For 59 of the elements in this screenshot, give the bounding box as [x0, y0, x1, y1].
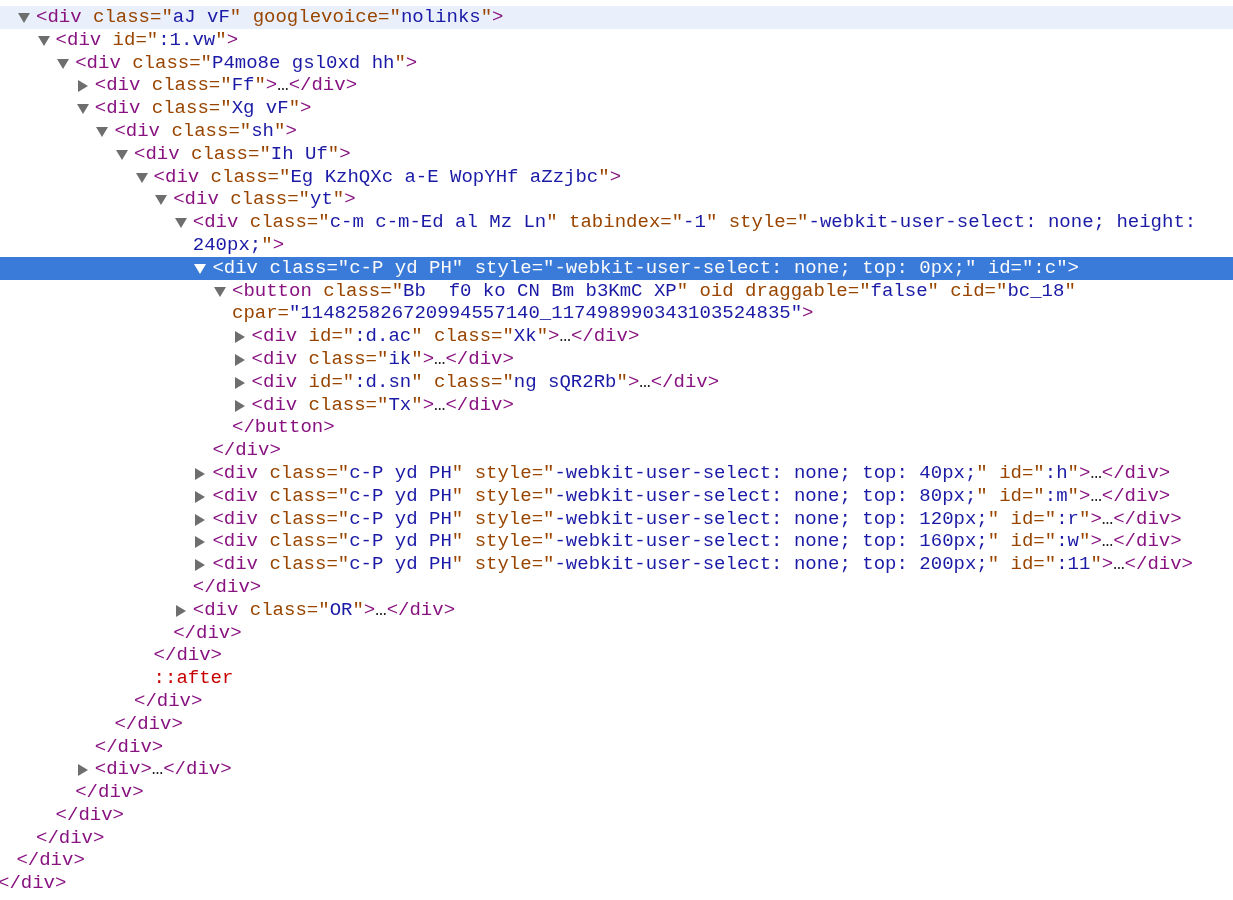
caret-down-icon[interactable] [135, 171, 148, 184]
dom-node-row[interactable]: <div class="c-P yd PH" style="-webkit-user-select: none; top: 0px;" id=":c"> [0, 256, 1233, 280]
dom-node-row[interactable]: <div class="ik">…</div> [0, 347, 1233, 371]
closing-tag-line[interactable]: </div> [0, 849, 1233, 873]
caret-right-icon[interactable] [194, 513, 207, 526]
dom-node-row[interactable]: <div id=":d.ac" class="Xk">…</div> [0, 325, 1233, 348]
dom-node-row[interactable]: <div class="yt"> [0, 188, 1233, 212]
closing-tag-line[interactable]: </div> [0, 439, 1233, 462]
closing-tag-line[interactable]: </div> [0, 575, 1233, 599]
dom-node-row[interactable]: ::after [0, 667, 1233, 690]
dom-node-row[interactable]: <div class="Ff">…</div> [0, 74, 1233, 98]
dom-node-row[interactable]: <div class="OR">…</div> [0, 598, 1233, 622]
closing-tag-line[interactable]: </div> [0, 781, 1233, 804]
dom-node-row[interactable]: <div class="P4mo8e gsl0xd hh"> [0, 51, 1233, 75]
caret-down-icon[interactable] [214, 285, 226, 298]
caret-down-icon[interactable] [96, 126, 109, 138]
dom-node-row[interactable]: <div class="c-P yd PH" style="-webkit-user-select: none; top: 40px;" id=":h">…</div> [0, 461, 1233, 485]
dom-node-row[interactable]: <div class="c-P yd PH" style="-webkit-user-select: none; top: 120px;" id=":r">…</div> [0, 507, 1233, 531]
caret-right-icon[interactable] [233, 331, 246, 344]
closing-tag-line[interactable]: </div> [0, 826, 1233, 850]
dom-node-row[interactable]: <div id=":d.sn" class="ng sQR2Rb">…</div> [0, 370, 1233, 394]
caret-down-icon[interactable] [116, 148, 128, 161]
caret-down-icon[interactable] [174, 217, 187, 230]
dom-node-row[interactable]: <div class="Tx">…</div> [0, 393, 1233, 417]
dom-node-row[interactable]: <div class="aJ vF" googlevoice="nolinks"> [0, 6, 1233, 29]
caret-right-icon[interactable] [194, 559, 207, 572]
dom-node-row[interactable]: <div class="Eg KzhQXc a-E WopYHf aZzjbc"> [0, 165, 1233, 189]
caret-right-icon[interactable] [233, 399, 246, 412]
caret-down-icon[interactable] [37, 34, 50, 47]
dom-node-row[interactable]: <div class="c-P yd PH" style="-webkit-user-select: none; top: 80px;" id=":m">…</div> [0, 484, 1233, 508]
dom-node-row[interactable]: <div class="c-P yd PH" style="-webkit-user-select: none; top: 200px;" id=":11">…</div> [0, 553, 1233, 576]
closing-tag-line[interactable]: </div> [0, 621, 1233, 645]
closing-tag-line[interactable]: </div> [0, 644, 1233, 668]
dom-node-row[interactable]: <div class="Xg vF"> [0, 97, 1233, 120]
dom-node-row[interactable]: <button class="Bb f0 ko CN Bm b3KmC XP" oid draggable="false" cid="bc_18" cpar="114825826720994557140_117498990343103524835"> [0, 279, 1233, 326]
closing-tag-line[interactable]: </button> [0, 416, 1233, 440]
caret-right-icon[interactable] [76, 80, 89, 93]
dom-node-row[interactable]: <div>…</div> [0, 758, 1233, 782]
closing-tag-line[interactable]: </div> [0, 689, 1233, 713]
caret-right-icon[interactable] [194, 467, 207, 480]
dom-node-row[interactable]: <div class="c-P yd PH" style="-webkit-user-select: none; top: 160px;" id=":w">…</div> [0, 530, 1233, 554]
dom-node-row[interactable]: <div class="c-m c-m-Ed al Mz Ln" tabindex="-1" style="-webkit-user-select: none; height: 240px;"> [0, 211, 1233, 257]
caret-right-icon[interactable] [76, 764, 89, 777]
caret-down-icon[interactable] [57, 57, 70, 70]
caret-right-icon[interactable] [233, 376, 246, 389]
caret-down-icon[interactable] [194, 262, 207, 275]
dom-node-row[interactable]: <div class="Ih Uf"> [0, 142, 1233, 166]
caret-right-icon[interactable] [174, 604, 187, 617]
caret-right-icon[interactable] [233, 353, 246, 366]
closing-tag-line[interactable]: </div> [0, 803, 1233, 827]
caret-down-icon[interactable] [76, 103, 89, 116]
caret-down-icon[interactable] [155, 194, 168, 207]
dom-node-row[interactable]: <div class="sh"> [0, 120, 1233, 143]
dom-node-row[interactable]: <div id=":1.vw"> [0, 28, 1233, 52]
closing-tag-line[interactable]: </div> [0, 712, 1233, 736]
caret-down-icon[interactable] [18, 12, 30, 24]
caret-right-icon[interactable] [194, 490, 207, 503]
caret-right-icon[interactable] [194, 536, 207, 549]
closing-tag-line[interactable]: </div> [0, 735, 1233, 759]
